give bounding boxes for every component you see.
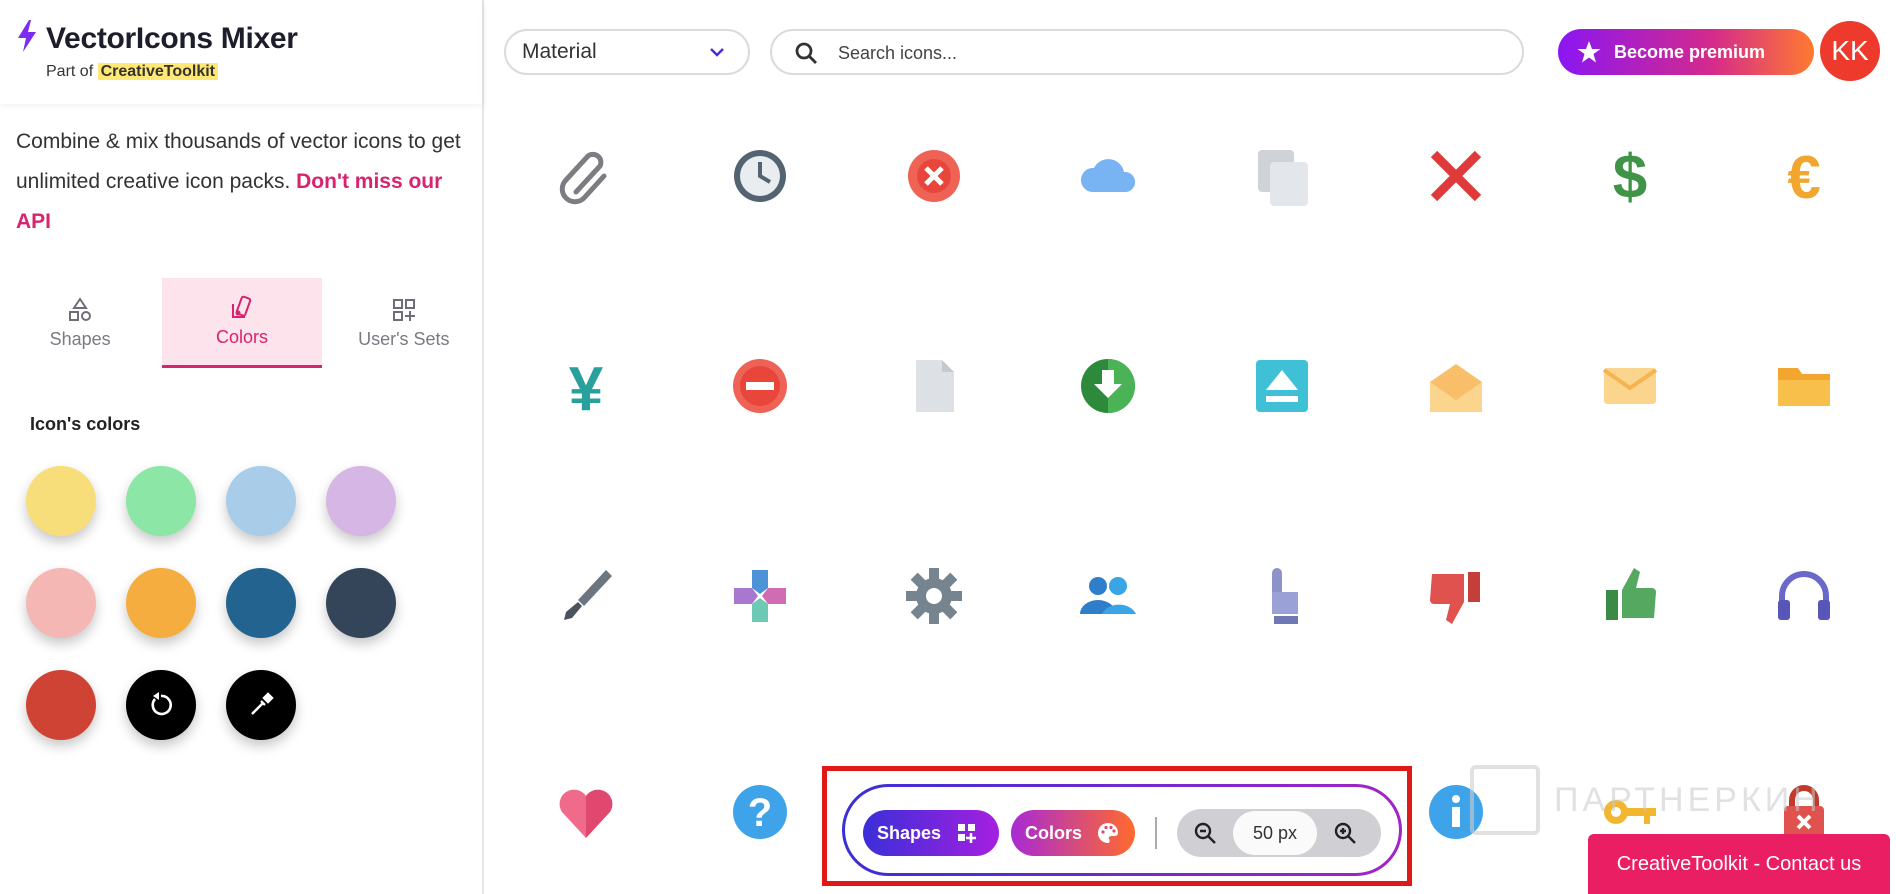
svg-text:€: € bbox=[1787, 144, 1820, 208]
icon-colors-title: Icon's colors bbox=[30, 414, 141, 434]
zoom-out-button[interactable] bbox=[1177, 809, 1233, 857]
shapes-toggle-button[interactable]: Shapes bbox=[863, 810, 999, 856]
mail-icon[interactable] bbox=[1598, 354, 1662, 418]
zoom-control: 50 px bbox=[1177, 809, 1381, 857]
color-swatch-red[interactable] bbox=[26, 670, 96, 740]
hand-pointer-icon[interactable] bbox=[1250, 564, 1314, 628]
mail-open-icon[interactable] bbox=[1424, 354, 1488, 418]
reset-icon bbox=[151, 692, 173, 716]
brand-subtitle: Part of CreativeToolkit bbox=[46, 63, 482, 81]
gamepad-icon[interactable] bbox=[728, 564, 792, 628]
colors-toggle-button[interactable]: Colors bbox=[1011, 810, 1135, 856]
yen-icon[interactable]: ¥ bbox=[554, 354, 618, 424]
sidebar: VectorIcons Mixer Part of CreativeToolki… bbox=[0, 0, 484, 894]
euro-icon[interactable]: € bbox=[1772, 144, 1836, 211]
search-input[interactable] bbox=[838, 40, 1498, 66]
svg-text:$: $ bbox=[1613, 144, 1647, 208]
svg-text:?: ? bbox=[748, 791, 772, 835]
zoom-value: 50 px bbox=[1233, 811, 1317, 855]
zoom-in-icon bbox=[1334, 822, 1356, 844]
file-icon[interactable] bbox=[902, 354, 966, 418]
intro-text: Combine & mix thousands of vector icons … bbox=[16, 130, 461, 233]
floating-toolbar: Shapes Colors 50 px bbox=[842, 784, 1402, 876]
color-picker-icon bbox=[251, 692, 274, 715]
reset-colors-button[interactable] bbox=[126, 670, 196, 740]
contact-us-button[interactable]: CreativeToolkit - Contact us bbox=[1588, 834, 1890, 894]
color-swatch-orange[interactable] bbox=[126, 568, 196, 638]
do-not-enter-icon[interactable] bbox=[728, 354, 792, 418]
color-swatch-navy[interactable] bbox=[226, 568, 296, 638]
brush-icon[interactable] bbox=[554, 564, 618, 628]
close-circle-icon[interactable] bbox=[902, 144, 966, 208]
close-icon[interactable] bbox=[1424, 144, 1488, 208]
clock-icon[interactable] bbox=[728, 144, 792, 208]
search-icon bbox=[795, 42, 817, 64]
svg-text:¥: ¥ bbox=[569, 355, 604, 418]
thumb-down-icon[interactable] bbox=[1424, 564, 1488, 628]
cloud-icon[interactable] bbox=[1076, 144, 1140, 208]
color-swatch-green[interactable] bbox=[126, 466, 196, 536]
color-swatch-yellow[interactable] bbox=[26, 466, 96, 536]
thumb-up-icon[interactable] bbox=[1598, 564, 1662, 628]
top-bar: Material Become premium KK bbox=[486, 0, 1896, 104]
color-swatch-slate[interactable] bbox=[326, 568, 396, 638]
zoom-in-button[interactable] bbox=[1317, 809, 1373, 857]
gear-icon[interactable] bbox=[902, 564, 966, 628]
paperclip-icon[interactable] bbox=[554, 144, 618, 208]
heart-icon[interactable] bbox=[554, 780, 618, 844]
watermark: ПАРТНЕРКИН bbox=[1470, 760, 1870, 840]
star-icon bbox=[1577, 41, 1601, 63]
shapes-add-icon bbox=[958, 824, 977, 843]
dollar-icon[interactable]: $ bbox=[1598, 143, 1662, 212]
chevron-down-icon bbox=[710, 48, 724, 57]
brand-header: VectorIcons Mixer Part of CreativeToolki… bbox=[0, 0, 482, 104]
folder-icon[interactable] bbox=[1772, 354, 1836, 418]
copy-icon[interactable] bbox=[1250, 144, 1314, 208]
group-icon[interactable] bbox=[1076, 564, 1140, 628]
color-swatch-light-blue[interactable] bbox=[226, 466, 296, 536]
headphones-icon[interactable] bbox=[1772, 564, 1836, 628]
search-box bbox=[770, 29, 1524, 75]
shapes-icon bbox=[69, 296, 92, 321]
color-swatch-lavender[interactable] bbox=[326, 466, 396, 536]
watermark-logo-icon bbox=[1470, 765, 1540, 835]
tab-shapes[interactable]: Shapes bbox=[0, 278, 160, 368]
icon-set-select[interactable]: Material bbox=[504, 29, 750, 75]
tab-users-sets[interactable]: User's Sets bbox=[324, 278, 484, 368]
download-circle-icon[interactable] bbox=[1076, 354, 1140, 418]
color-swatch-pink[interactable] bbox=[26, 568, 96, 638]
bolt-icon bbox=[16, 20, 38, 57]
zoom-out-icon bbox=[1194, 822, 1216, 844]
become-premium-button[interactable]: Become premium bbox=[1558, 29, 1814, 75]
color-picker-button[interactable] bbox=[226, 670, 296, 740]
panel-tabs: Shapes Colors User's Sets bbox=[0, 278, 484, 368]
colors-icon bbox=[232, 295, 252, 318]
eject-icon[interactable] bbox=[1250, 354, 1314, 418]
user-sets-icon bbox=[392, 298, 415, 321]
toolkit-link[interactable]: CreativeToolkit bbox=[97, 63, 218, 80]
user-avatar[interactable]: KK bbox=[1820, 21, 1880, 81]
help-circle-icon[interactable]: ? bbox=[728, 780, 792, 844]
app-title[interactable]: VectorIcons Mixer bbox=[46, 22, 298, 56]
toolbar-separator bbox=[1155, 817, 1157, 849]
palette-icon bbox=[1098, 823, 1119, 843]
tab-colors[interactable]: Colors bbox=[162, 278, 322, 368]
